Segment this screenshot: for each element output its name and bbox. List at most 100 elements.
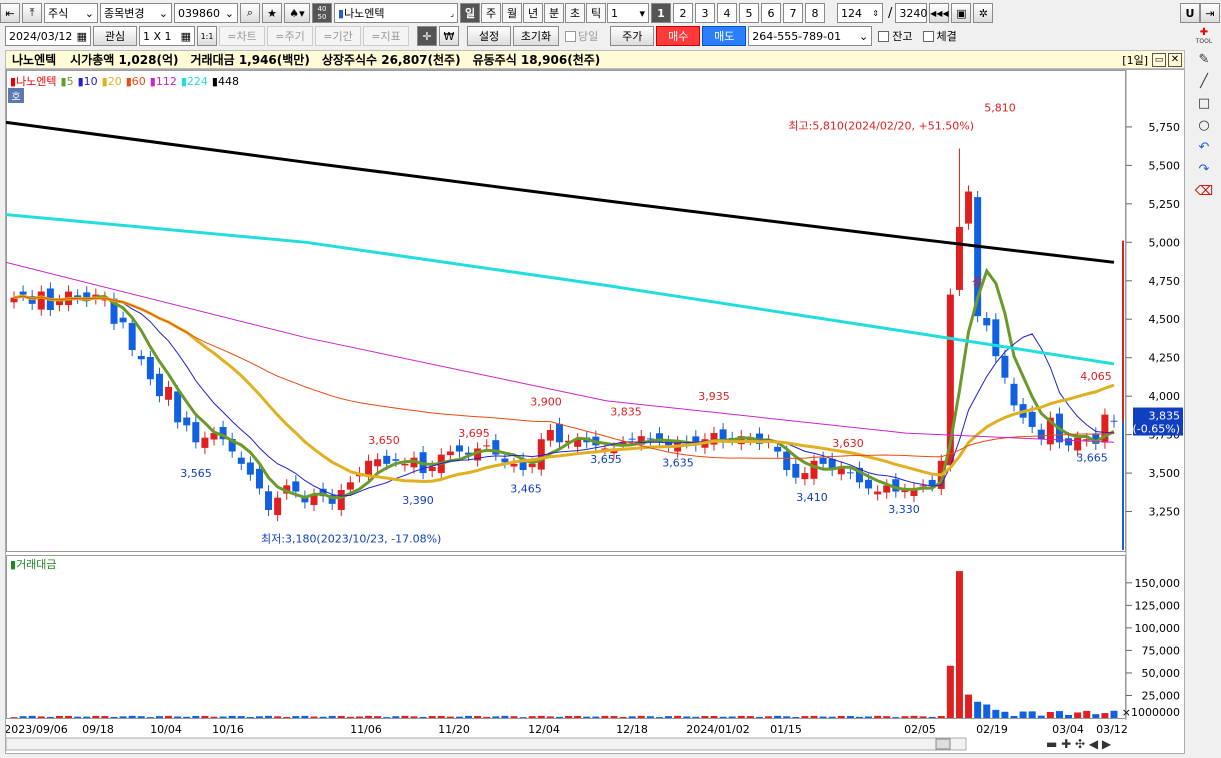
pencil-icon[interactable]: ✎ xyxy=(1193,49,1215,69)
layout-4[interactable]: 4 xyxy=(717,3,737,23)
hoga-button[interactable]: 호 xyxy=(8,88,24,103)
redo-icon[interactable]: ↷ xyxy=(1193,159,1215,179)
candle-body xyxy=(846,472,854,474)
candle-body xyxy=(774,446,782,452)
volume-bar xyxy=(37,716,45,718)
account-select[interactable]: 264-555-789-01 ⌄ xyxy=(748,26,873,46)
peak-label: 3,835 xyxy=(610,406,642,419)
volume-bar xyxy=(846,715,854,718)
pin-icon[interactable]: ⇤ xyxy=(0,3,20,23)
volume-bar xyxy=(737,715,745,718)
today-checkbox[interactable] xyxy=(565,30,576,42)
watch-button[interactable]: 관심 xyxy=(93,26,137,46)
balance-checkbox[interactable] xyxy=(878,30,890,42)
chart-button[interactable]: =차트 xyxy=(219,26,265,46)
stock-code-input[interactable]: 039860 ⌄ xyxy=(174,3,238,23)
period-month[interactable]: 월 xyxy=(502,3,522,23)
x-axis-label: 01/15 xyxy=(770,723,802,736)
one-to-one-icon[interactable]: 1:1 xyxy=(197,26,217,46)
volume-bar xyxy=(583,716,591,718)
date-field[interactable]: 2024/03/12 ▦ xyxy=(5,26,91,46)
stock-name-field[interactable]: ▮나노엔텍 ⌟ xyxy=(334,3,458,23)
save-icon[interactable]: ▣ xyxy=(951,3,972,23)
interval-select[interactable]: 1 ▾ xyxy=(607,3,649,23)
erase-all-icon[interactable]: ⌫ xyxy=(1193,181,1215,201)
volume-bar xyxy=(392,716,400,718)
period-tick[interactable]: 틱 xyxy=(586,3,606,23)
pin-right-icon[interactable]: ⇥ xyxy=(1200,3,1220,23)
price-tick-label: 4,000 xyxy=(1149,390,1181,403)
settings-button[interactable]: 설정 xyxy=(467,26,511,46)
chart-tab[interactable]: [1일] xyxy=(1122,52,1148,68)
reset-button[interactable]: 초기화 xyxy=(513,26,559,46)
chart-area[interactable]: 5,750 5,500 5,250 5,000 4,750 4,500 4,250 4,000… xyxy=(5,69,1185,754)
period-day[interactable]: 일 xyxy=(460,3,480,23)
top-icon[interactable]: ⤒ xyxy=(22,3,42,23)
grid-select[interactable]: 1 X 1 ▦ xyxy=(139,26,195,46)
volume-bar xyxy=(528,716,536,718)
period-minute[interactable]: 분 xyxy=(544,3,564,23)
layout-2[interactable]: 2 xyxy=(673,3,693,23)
ma-line-448 xyxy=(6,120,1115,264)
close-icon[interactable]: ✕ xyxy=(1168,52,1182,67)
rectangle-icon[interactable]: □ xyxy=(1193,93,1215,113)
volume-unit-label: ×1000000 xyxy=(1122,706,1180,719)
period-second[interactable]: 초 xyxy=(565,3,585,23)
layout-1[interactable]: 1 xyxy=(651,3,671,23)
spade-menu-icon[interactable]: ♠▾ xyxy=(284,3,310,23)
search-icon[interactable]: ⌕ xyxy=(240,3,260,23)
total-field[interactable]: 3240 xyxy=(895,3,928,23)
line-icon[interactable]: ╱ xyxy=(1193,71,1215,91)
side-toolbar: ✚ TOOL ✎ ╱ □ ○ ↶ ↷ ⌫ xyxy=(1193,25,1219,203)
count-stepper[interactable]: 124 ⇕ xyxy=(837,3,883,23)
price-button[interactable]: 주가 xyxy=(610,26,655,46)
layout-7[interactable]: 7 xyxy=(783,3,803,23)
chevron-down-icon: ⌄ xyxy=(84,6,94,20)
indicator-button[interactable]: =지표 xyxy=(363,26,409,46)
layout-6[interactable]: 6 xyxy=(761,3,781,23)
volume-bar xyxy=(1055,711,1063,718)
gear-icon[interactable]: ✲ xyxy=(973,3,994,23)
buy-button[interactable]: 매수 xyxy=(656,26,701,46)
won-button[interactable]: ₩ xyxy=(439,26,459,46)
candle-body xyxy=(1001,355,1009,378)
volume-bar xyxy=(28,715,36,718)
volume-bar xyxy=(974,701,982,718)
market-select[interactable]: 주식 ⌄ xyxy=(44,3,98,23)
volume-bar xyxy=(1028,711,1036,718)
sell-button[interactable]: 매도 xyxy=(702,26,747,46)
stock-type-icon[interactable]: 40 50 xyxy=(312,3,332,23)
unlock-button[interactable]: U xyxy=(1180,3,1200,23)
rewind-icon[interactable]: ◀◀◀ xyxy=(929,3,950,23)
undo-icon[interactable]: ↶ xyxy=(1193,137,1215,157)
price-tick-label: 5,000 xyxy=(1149,236,1181,249)
candle-body xyxy=(801,473,809,480)
candle-body xyxy=(255,468,263,489)
period-year[interactable]: 년 xyxy=(523,3,543,23)
layout-8[interactable]: 8 xyxy=(805,3,825,23)
volume-bar xyxy=(810,715,818,718)
price-tick-label: 4,250 xyxy=(1149,352,1181,365)
layout-3[interactable]: 3 xyxy=(695,3,715,23)
code-change-select[interactable]: 종목변경 ⌄ xyxy=(100,3,172,23)
volume-bar xyxy=(728,716,736,718)
candle-body xyxy=(37,291,45,310)
price-chart[interactable]: 5,750 5,500 5,250 5,000 4,750 4,500 4,250 4,000… xyxy=(6,70,1186,755)
candle-body xyxy=(265,491,273,510)
volume-bar xyxy=(74,716,82,718)
crosshair-icon[interactable]: ✛ xyxy=(417,26,437,46)
circle-icon[interactable]: ○ xyxy=(1193,115,1215,135)
volume-bar xyxy=(1010,715,1018,718)
star-icon[interactable]: ★ xyxy=(262,3,282,23)
volume-bar xyxy=(501,715,509,718)
period-week[interactable]: 주 xyxy=(481,3,501,23)
x-axis-label: 2024/01/02 xyxy=(686,723,749,736)
price-pane-frame xyxy=(6,70,1126,552)
fill-checkbox[interactable] xyxy=(922,30,934,42)
restore-icon[interactable]: ▭ xyxy=(1152,52,1166,67)
range-button[interactable]: =기간 xyxy=(315,26,361,46)
layout-5[interactable]: 5 xyxy=(739,3,759,23)
x-axis-label: 2023/09/06 xyxy=(6,723,68,736)
cycle-button[interactable]: =주기 xyxy=(267,26,313,46)
ma-legend-5: ▮5 xyxy=(60,74,74,88)
